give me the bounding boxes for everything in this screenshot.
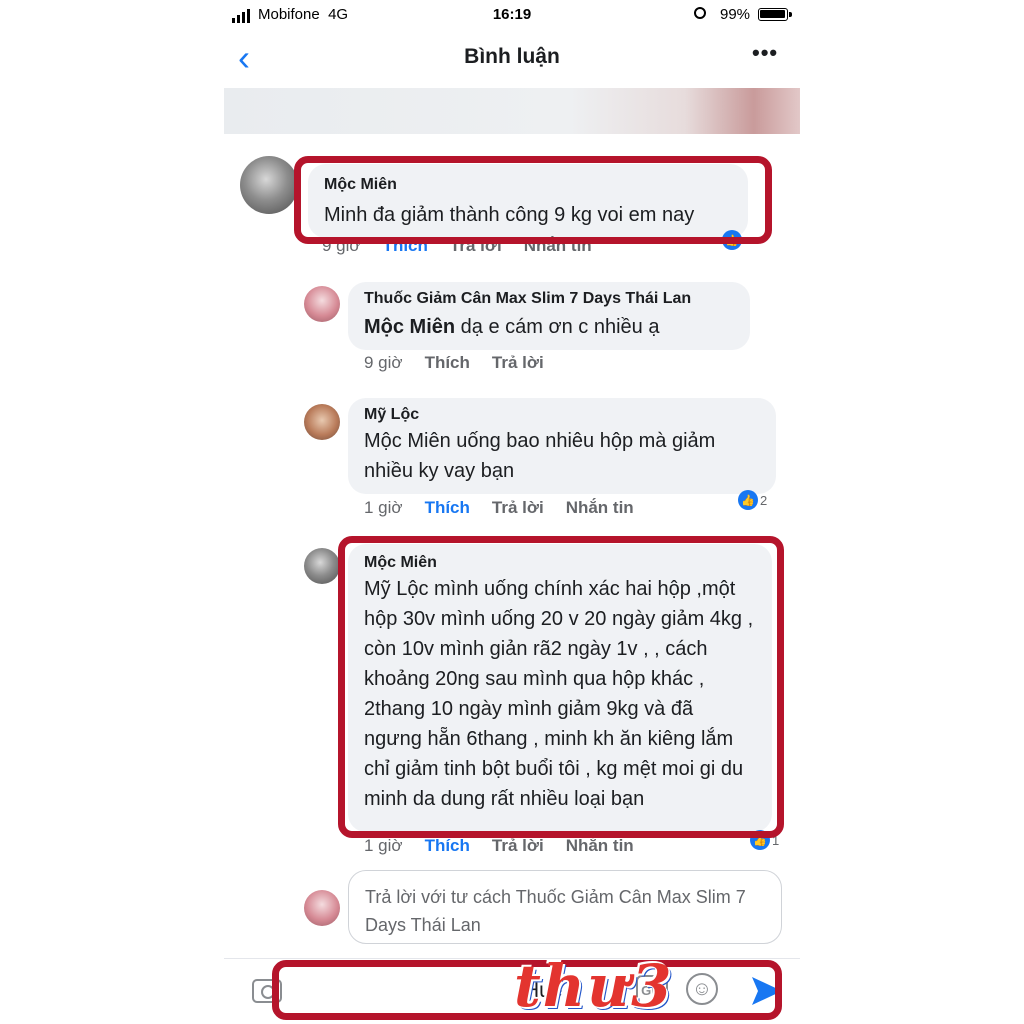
like-link[interactable]: Thích [383, 236, 428, 256]
reply-link[interactable]: Trả lời [450, 236, 502, 256]
like-icon: 👍 [738, 490, 758, 510]
reaction-badge[interactable]: 👍 [722, 230, 742, 250]
reaction-badge[interactable]: 👍 1 [750, 830, 779, 850]
avatar[interactable] [304, 286, 340, 322]
reaction-badge[interactable]: 👍 2 [738, 490, 767, 510]
reply-input[interactable]: Trả lời với tư cách Thuốc Giảm Cân Max S… [348, 870, 782, 944]
like-icon: 👍 [750, 830, 770, 850]
comment-actions: 1 giờ Thích Trả lời Nhắn tin [364, 836, 634, 856]
orientation-lock-icon [694, 7, 706, 19]
message-link[interactable]: Nhắn tin [566, 836, 634, 856]
comment-text: Minh đa giảm thành công 9 kg voi em nay [324, 204, 695, 226]
comment-actions: 9 giờ Thích Trả lời [364, 353, 544, 373]
clock: 16:19 [492, 6, 532, 23]
comment-bubble[interactable]: Mộc Miên Mỹ Lộc mình uống chính xác hai … [348, 544, 772, 832]
avatar[interactable] [304, 548, 340, 584]
status-bar: Mobifone 4G 16:19 99% [224, 0, 800, 30]
nav-header: ‹ Bình luận ••• [224, 30, 800, 86]
reply-link[interactable]: Trả lời [492, 498, 544, 518]
comment-author[interactable]: Thuốc Giảm Cân Max Slim 7 Days Thái Lan [364, 290, 734, 308]
post-image-strip[interactable] [224, 88, 800, 134]
comment-text: Mỹ Lộc mình uống chính xác hai hộp ,một … [364, 578, 754, 810]
like-icon: 👍 [722, 230, 742, 250]
message-link[interactable]: Nhắn tin [524, 236, 592, 256]
like-link[interactable]: Thích [425, 498, 470, 518]
comment-bubble[interactable]: Mỹ Lộc Mộc Miên uống bao nhiêu hộp mà gi… [348, 398, 776, 494]
message-link[interactable]: Nhắn tin [566, 498, 634, 518]
avatar[interactable] [304, 404, 340, 440]
comment-time: 9 giờ [322, 236, 361, 255]
avatar[interactable] [240, 156, 298, 214]
avatar [304, 890, 340, 926]
battery-icon [758, 8, 792, 21]
page-title: Bình luận [464, 45, 560, 68]
comments-screen: Mobifone 4G 16:19 99% ‹ Bình luận ••• Mộ… [224, 0, 800, 1024]
send-icon[interactable] [750, 975, 784, 1007]
comment-actions: 9 giờ Thích Trả lời Nhắn tin [322, 236, 592, 256]
comment-author[interactable]: Mỹ Lộc [364, 406, 760, 424]
comment-bubble[interactable]: Thuốc Giảm Cân Max Slim 7 Days Thái Lan … [348, 282, 750, 350]
comment-text: Mộc Miên dạ e cám ơn c nhiều ạ [364, 316, 660, 338]
comment-time: 1 giờ [364, 836, 403, 855]
comment-time: 9 giờ [364, 353, 403, 372]
battery-percent: 99% [720, 6, 751, 23]
watermark: thư3 [514, 952, 674, 1020]
comment-author[interactable]: Mộc Miên [324, 176, 732, 194]
reply-link[interactable]: Trả lời [492, 353, 544, 373]
more-options-icon[interactable]: ••• [752, 40, 778, 66]
comment-actions: 1 giờ Thích Trả lời Nhắn tin [364, 498, 634, 518]
reply-link[interactable]: Trả lời [492, 836, 544, 856]
comment-time: 1 giờ [364, 498, 403, 517]
reaction-count: 1 [772, 832, 780, 848]
emoji-icon[interactable]: ☺ [686, 973, 718, 1005]
like-link[interactable]: Thích [425, 353, 470, 373]
battery-fill [760, 10, 785, 18]
comment-text: Mộc Miên uống bao nhiêu hộp mà giảm nhiề… [364, 430, 716, 482]
reaction-count: 2 [760, 492, 768, 508]
comment-bubble[interactable]: Mộc Miên Minh đa giảm thành công 9 kg vo… [308, 164, 748, 238]
camera-icon[interactable] [252, 979, 282, 1003]
like-link[interactable]: Thích [425, 836, 470, 856]
composer-bar: Huê GIF ☺ [224, 958, 800, 1024]
mention-link[interactable]: Mộc Miên [364, 316, 455, 338]
comment-author[interactable]: Mộc Miên [364, 554, 756, 572]
